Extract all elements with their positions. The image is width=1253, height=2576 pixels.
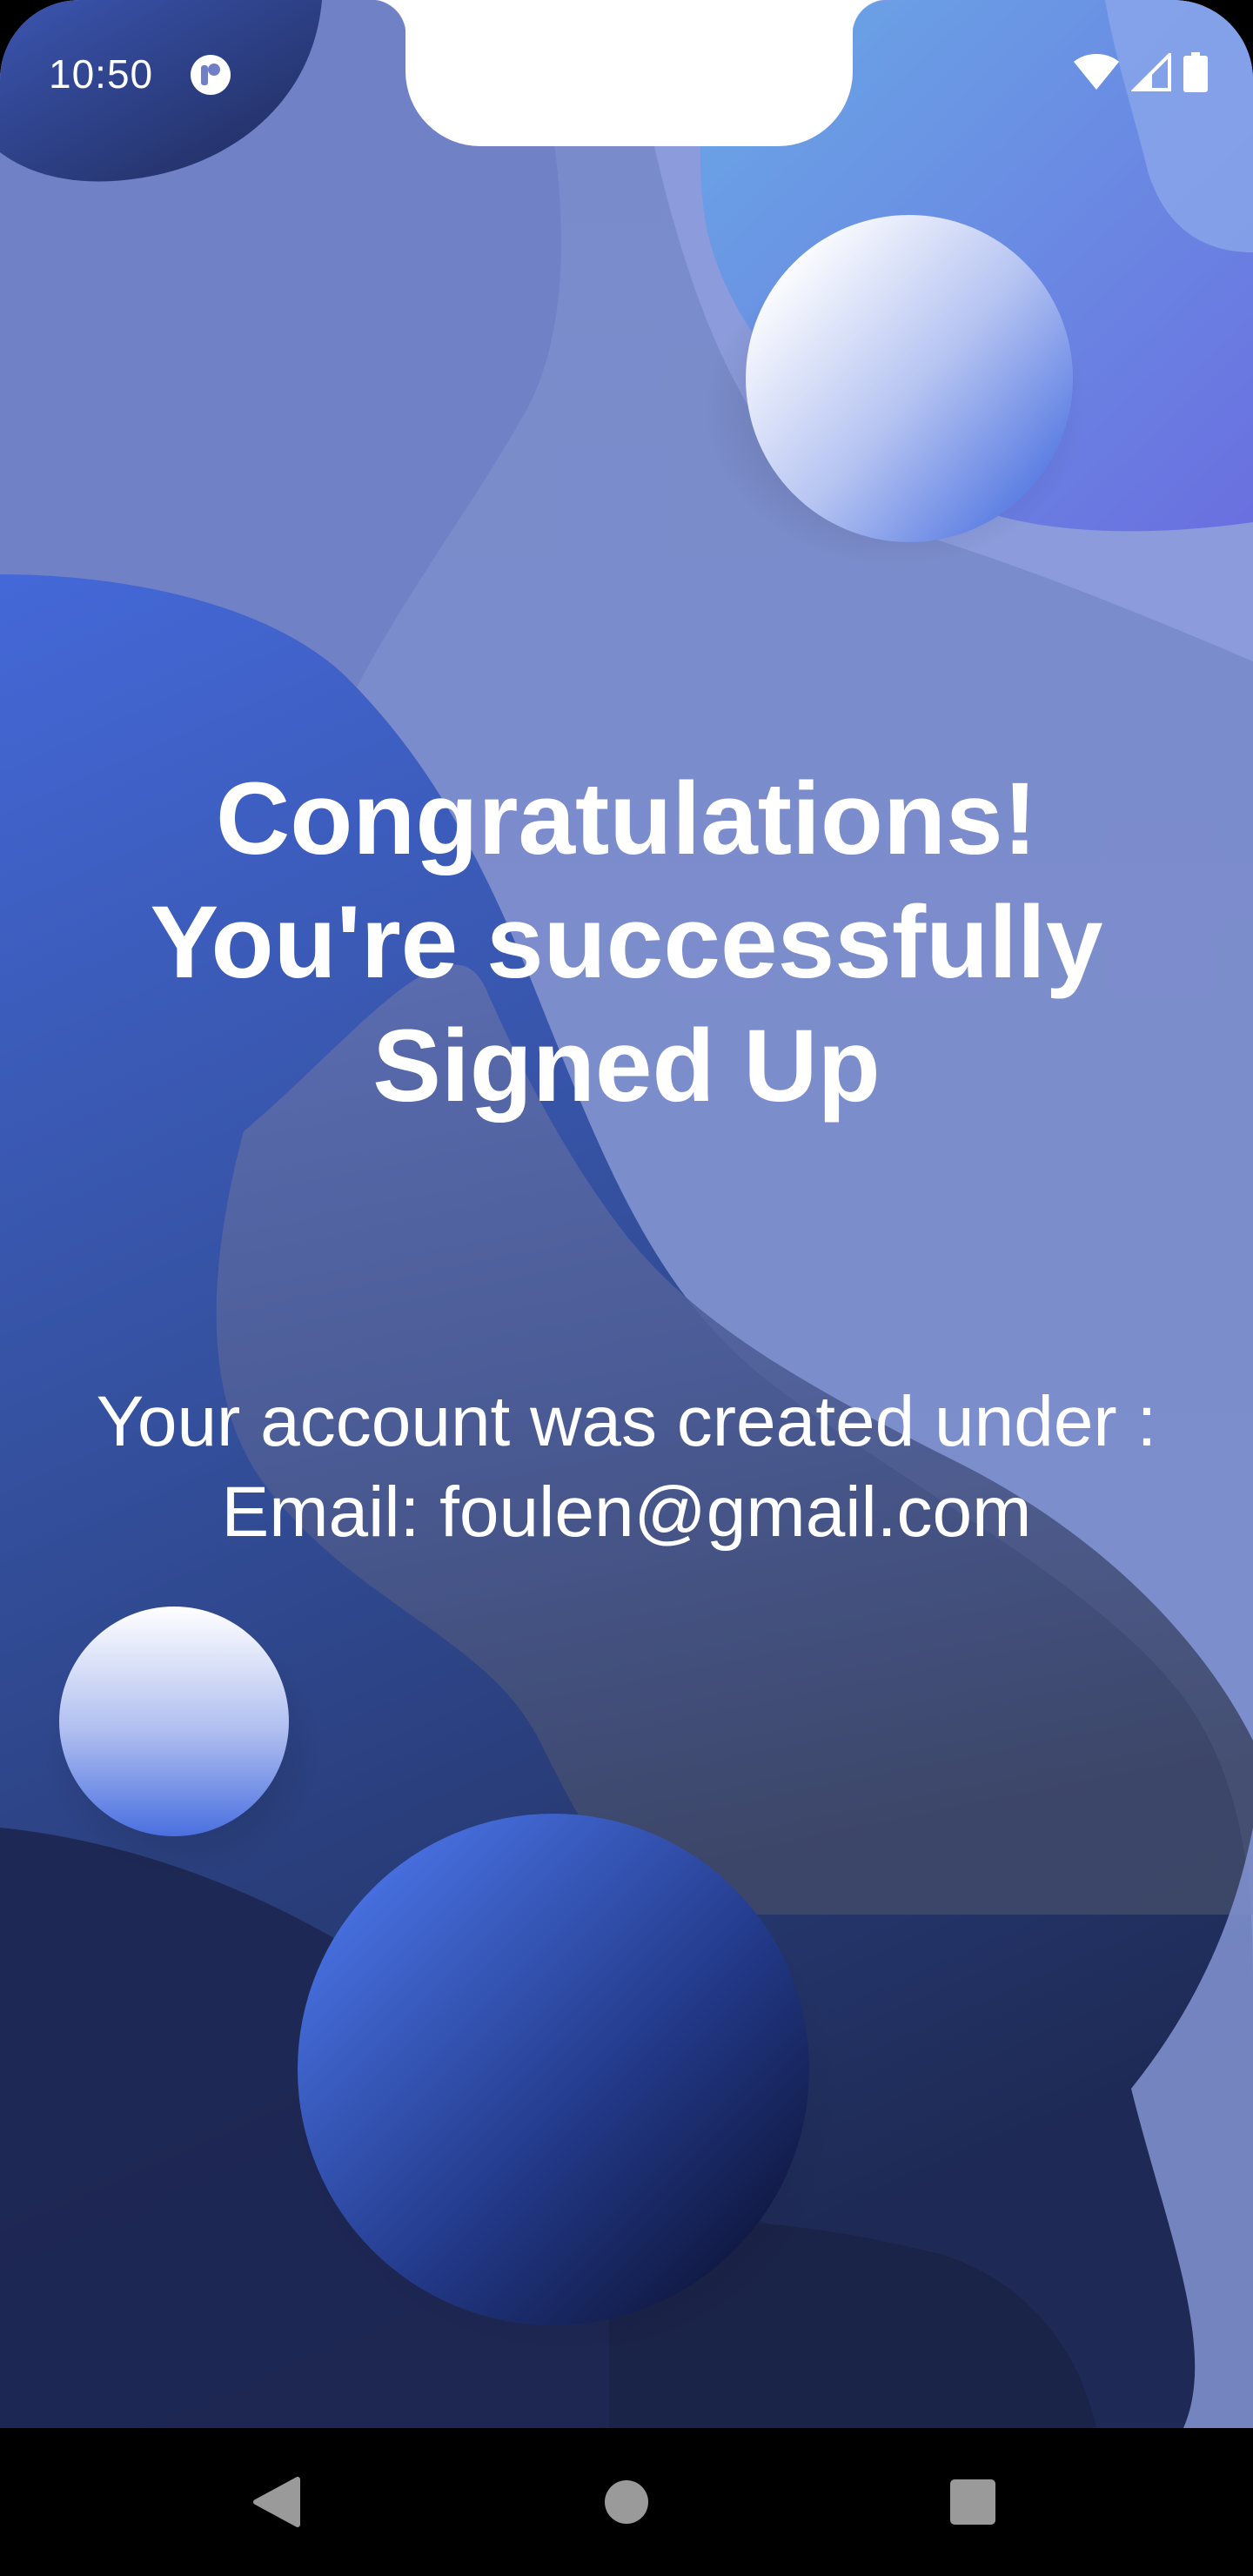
account-details: Your account was created under : Email: … <box>35 1377 1218 1558</box>
nav-home-button[interactable] <box>539 2428 714 2576</box>
home-icon <box>605 2480 648 2524</box>
account-created-label: Your account was created under : <box>96 1382 1157 1461</box>
headline-line-2: You're successfully <box>150 885 1103 1000</box>
nav-back-button[interactable] <box>190 2428 364 2576</box>
account-email: Email: foulen@gmail.com <box>221 1472 1032 1552</box>
navigation-bar <box>0 2428 1253 2576</box>
recents-icon <box>950 2479 995 2525</box>
headline-line-1: Congratulations! <box>216 761 1037 876</box>
back-icon <box>253 2477 300 2527</box>
headline-line-3: Signed Up <box>372 1009 881 1124</box>
signup-success-content: Congratulations! You're successfully Sig… <box>0 0 1253 2428</box>
app-screen: 10:50 Congratulations! You're successful… <box>0 0 1253 2428</box>
nav-recents-button[interactable] <box>886 2428 1060 2576</box>
success-headline: Congratulations! You're successfully Sig… <box>104 757 1149 1128</box>
